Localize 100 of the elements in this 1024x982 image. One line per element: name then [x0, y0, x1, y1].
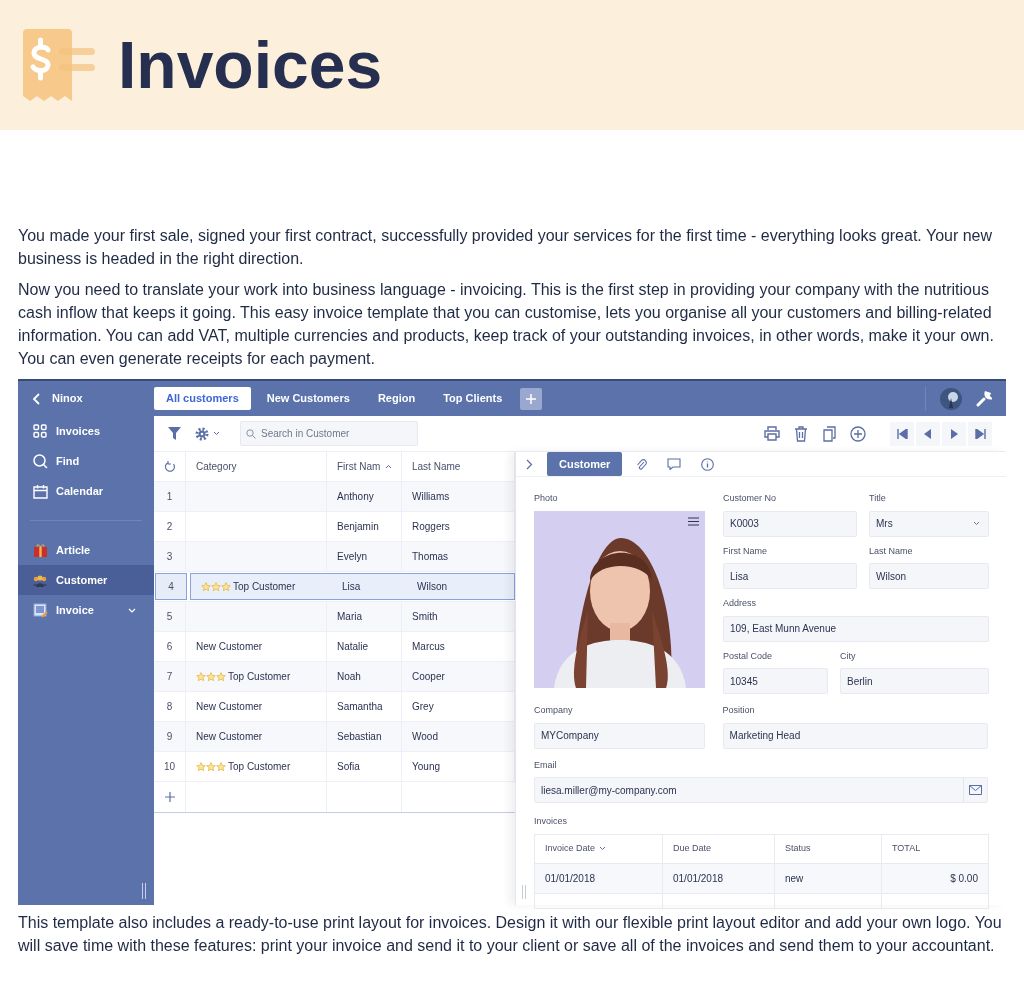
caret-icon[interactable] — [213, 431, 220, 436]
table-cell-text: Smith — [412, 610, 438, 624]
sidebar-item[interactable]: Article — [18, 535, 154, 565]
table-cell-text: Natalie — [337, 640, 369, 654]
star-icon — [216, 671, 226, 682]
input-field[interactable]: Mrs — [869, 510, 989, 537]
table-cell-text: Young — [412, 760, 440, 774]
field-label: Invoices — [534, 815, 569, 828]
sidebar-item[interactable]: Customer — [18, 565, 154, 595]
add-icon[interactable] — [850, 425, 866, 442]
search-field[interactable]: Search in Customer — [240, 421, 418, 446]
table-cell-text: New Customer — [196, 700, 263, 714]
sidebar-item[interactable]: Invoices — [18, 416, 154, 446]
selected-row[interactable]: Top Customer Lisa Wilson — [190, 573, 515, 600]
column-header[interactable]: Due Date — [663, 834, 775, 863]
add-tab-button[interactable] — [520, 387, 543, 410]
customer-tab[interactable]: Customer — [547, 452, 623, 476]
column-header[interactable]: Last Name — [402, 452, 515, 481]
table-cell-text: Marcus — [412, 640, 445, 654]
table-cell-text: 01/01/2018 — [545, 871, 596, 886]
table-cell-text: 01/01/2018 — [673, 871, 724, 886]
trash-icon[interactable] — [794, 425, 808, 442]
refresh-icon[interactable] — [163, 460, 176, 473]
input-field[interactable]: Marketing Head — [722, 722, 988, 749]
field-label: Last Name — [869, 544, 914, 558]
tab[interactable]: New Customers — [254, 387, 362, 410]
column-header[interactable]: Invoice Date — [535, 834, 663, 863]
sort-ascending-icon — [385, 464, 393, 469]
back-icon[interactable] — [32, 392, 42, 405]
field-label: Email — [534, 758, 558, 772]
column-header[interactable]: Status — [775, 834, 882, 863]
row-number[interactable]: 5 — [154, 602, 186, 631]
print-icon[interactable] — [764, 426, 780, 441]
row-number[interactable]: 3 — [154, 542, 186, 571]
row-number[interactable]: 8 — [154, 692, 186, 721]
star-icon — [221, 581, 231, 592]
sidebar-item[interactable]: Find — [18, 446, 154, 476]
tab[interactable]: Top Clients — [431, 387, 515, 410]
input-field[interactable]: Berlin — [840, 668, 989, 694]
column-header[interactable]: First Nam — [327, 452, 402, 481]
input-field[interactable]: 109, East Munn Avenue — [723, 615, 989, 642]
input-field[interactable]: Lisa — [723, 563, 857, 589]
comment-icon[interactable] — [667, 458, 682, 470]
app-name: Ninox — [52, 391, 83, 407]
menu-icon[interactable] — [688, 516, 699, 526]
field-label: Customer No — [723, 492, 777, 505]
people-icon — [32, 573, 48, 587]
row-number[interactable]: 1 — [154, 482, 186, 511]
row-number[interactable]: 4 — [155, 573, 187, 600]
first-record-button[interactable] — [890, 421, 914, 446]
calendar-icon — [32, 483, 48, 499]
paperclip-icon[interactable] — [636, 457, 648, 471]
table-cell-text: Sofia — [337, 760, 360, 774]
filter-icon[interactable] — [168, 427, 181, 440]
table-cell-text: Noah — [337, 670, 361, 684]
field-label: First Name — [723, 544, 768, 558]
mail-icon[interactable] — [969, 785, 982, 795]
next-record-button[interactable] — [942, 421, 966, 446]
plus-icon — [526, 393, 537, 404]
last-record-button[interactable] — [968, 421, 992, 446]
table-cell-text: Maria — [337, 610, 362, 624]
add-row-icon[interactable] — [164, 792, 175, 802]
previous-record-button[interactable] — [916, 421, 940, 446]
table-cell-text: Anthony — [337, 490, 374, 504]
table-cell-text: Roggers — [412, 520, 450, 534]
column-header[interactable]: TOTAL — [882, 834, 988, 863]
field-label: Title — [869, 492, 887, 505]
row-number[interactable]: 7 — [154, 662, 186, 691]
table-cell-text: Williams — [412, 490, 450, 504]
paragraph: You made your first sale, signed your first contract, successfully provided your services for the first time - everything looks great. Your new business is headed in the right direction. — [18, 226, 994, 269]
star-icon — [206, 671, 216, 682]
settings-icon[interactable] — [195, 426, 209, 441]
table-cell-text: Sebastian — [337, 730, 382, 744]
table-cell-text: Thomas — [412, 550, 449, 564]
paragraph: Now you need to translate your work into business language - invoicing. This is the first step in providing your company with the nutritious cash inflow that keeps it going. This easy invoice template that you can customise, lets you organise all your customers and billing-related information. You can add VAT, multiple currencies and products, keep track of your outstanding invoices, in other words, make it your own. You can even generate receipts for each payment. — [18, 280, 995, 369]
row-number[interactable]: 9 — [154, 722, 186, 751]
column-header[interactable]: Category — [186, 452, 327, 481]
grid-icon — [33, 424, 47, 438]
input-field[interactable]: MYCompany — [534, 722, 705, 749]
row-number[interactable]: 10 — [154, 752, 186, 781]
input-field[interactable]: Wilson — [869, 563, 989, 589]
tab[interactable]: Region — [365, 387, 428, 410]
input-field[interactable]: K0003 — [723, 510, 857, 537]
chevron-down-icon — [128, 607, 136, 613]
wrench-icon[interactable] — [976, 390, 992, 407]
info-icon[interactable] — [701, 457, 715, 471]
input-field[interactable]: liesa.miller@my-company.com — [534, 777, 988, 803]
copy-icon[interactable] — [822, 425, 837, 442]
table-cell-text: Lisa — [342, 580, 361, 594]
row-number[interactable]: 2 — [154, 512, 186, 541]
tab[interactable]: All customers — [154, 387, 251, 410]
field-label: City — [840, 649, 857, 663]
sidebar-item[interactable]: Calendar — [18, 476, 154, 506]
input-field[interactable]: 10345 — [723, 668, 828, 694]
star-icon — [201, 581, 211, 592]
star-icon — [196, 761, 206, 772]
row-number[interactable]: 6 — [154, 632, 186, 661]
sidebar-item[interactable]: Invoice — [18, 595, 154, 625]
chevron-right-icon[interactable] — [526, 458, 533, 470]
page-title: Invoices — [118, 32, 383, 98]
